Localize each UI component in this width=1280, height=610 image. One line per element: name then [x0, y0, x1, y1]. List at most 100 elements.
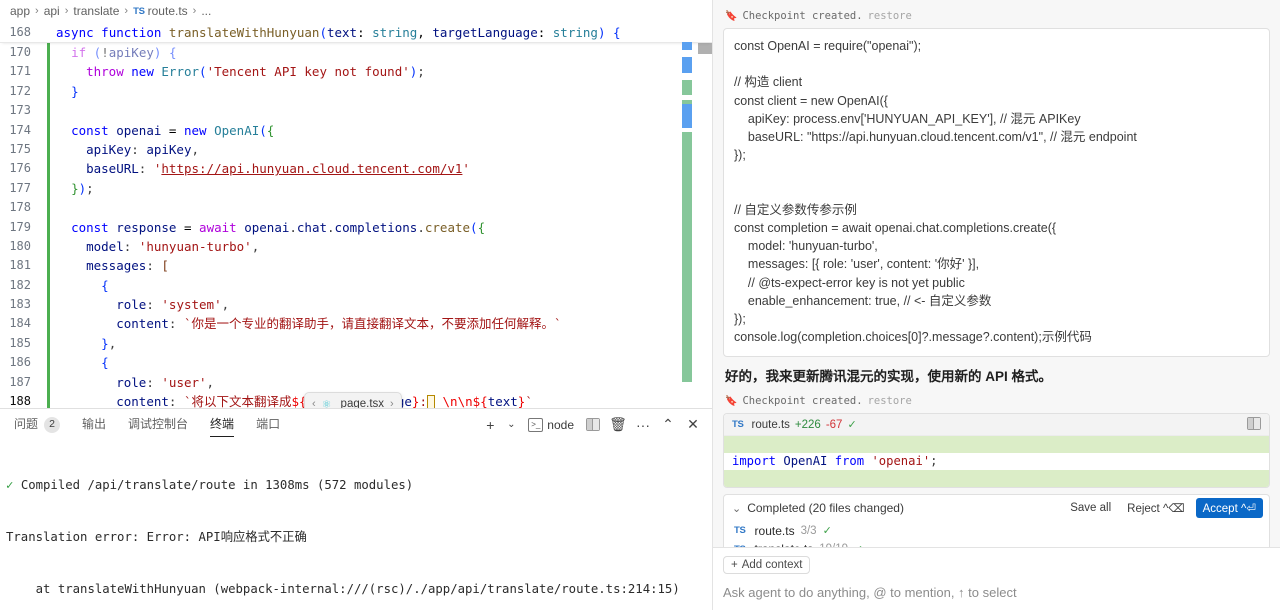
- line-code: model: 'hunyuan-turbo',: [86, 238, 260, 254]
- chat-input[interactable]: Ask agent to do anything, @ to mention, …: [723, 585, 1270, 600]
- split-terminal-icon[interactable]: [582, 414, 604, 436]
- checkpoint-banner: 🔖 Checkpoint created. restore: [725, 395, 1270, 407]
- accept-button[interactable]: Accept ^⏎: [1195, 498, 1263, 519]
- line-number: 177: [9, 180, 31, 195]
- panel-actions: + ⌄ >_ node 🗑 ··· ⌃ ✕: [479, 409, 704, 440]
- chevron-down-icon[interactable]: ⌄: [504, 414, 518, 436]
- changed-file-row[interactable]: TS translate.ts 19/19 ✓: [724, 540, 1269, 547]
- shell-name: node: [547, 417, 574, 432]
- reject-button[interactable]: Reject ^⌫: [1122, 499, 1189, 517]
- line-number: 181: [9, 258, 31, 273]
- code-line[interactable]: 170 if (!apiKey) {: [0, 43, 712, 62]
- line-code: throw new Error('Tencent API key not fou…: [86, 64, 425, 80]
- inline-file-nav-widget[interactable]: ‹ ⚛ page.tsx ›: [304, 392, 402, 408]
- chat-composer[interactable]: + Add context Ask agent to do anything, …: [713, 547, 1280, 610]
- breadcrumb-separator: ›: [124, 5, 129, 17]
- code-line[interactable]: 176 baseURL: 'https://api.hunyuan.cloud.…: [0, 159, 712, 178]
- problems-count-badge: 2: [44, 416, 61, 433]
- panel-tab-output[interactable]: 输出: [82, 409, 106, 440]
- more-actions-icon[interactable]: ···: [632, 414, 654, 436]
- diff-row-added: [724, 470, 1269, 488]
- code-line[interactable]: 184 content: `你是一个专业的翻译助手，请直接翻译文本，不要添加任何…: [0, 314, 712, 333]
- panel-tab-terminal[interactable]: 终端: [210, 409, 235, 440]
- line-number: 182: [9, 277, 31, 292]
- panel-tab-debug-console[interactable]: 调试控制台: [128, 409, 188, 440]
- line-code: if (!apiKey) {: [71, 45, 177, 60]
- kill-terminal-icon[interactable]: 🗑: [607, 414, 629, 436]
- add-context-button[interactable]: + Add context: [723, 556, 811, 574]
- breadcrumb-item-file[interactable]: route.ts: [148, 4, 188, 18]
- diff-body: import OpenAI from 'openai';: [724, 436, 1269, 488]
- overview-mark-modified: [682, 57, 692, 73]
- changed-file-row[interactable]: TS route.ts 3/3 ✓: [724, 521, 1269, 540]
- chevron-down-icon[interactable]: ⌄: [732, 502, 741, 515]
- code-line[interactable]: 174 const openai = new OpenAI({: [0, 121, 712, 140]
- panel-tab-ports[interactable]: 端口: [256, 409, 280, 440]
- diff-file-name: route.ts: [751, 418, 790, 431]
- overview-mark-modified: [682, 104, 692, 128]
- line-code: },: [101, 335, 117, 351]
- line-number: 173: [9, 103, 31, 118]
- code-line[interactable]: 183 role: 'system',: [0, 295, 712, 314]
- sticky-scroll-header[interactable]: 168 async function translateWithHunyuan(…: [0, 22, 712, 43]
- chat-message-list[interactable]: 🔖 Checkpoint created. restore const Open…: [713, 0, 1280, 547]
- breadcrumb-separator: ›: [192, 5, 197, 17]
- bookmark-icon: 🔖: [725, 395, 738, 407]
- code-line[interactable]: 186 {: [0, 353, 712, 372]
- new-terminal-icon[interactable]: +: [479, 414, 501, 436]
- code-line[interactable]: 179 const response = await openai.chat.c…: [0, 218, 712, 237]
- diff-header[interactable]: TS route.ts +226 -67 ✓: [724, 414, 1269, 437]
- collapse-panel-icon[interactable]: ⌃: [657, 414, 679, 436]
- line-number: 175: [9, 141, 31, 156]
- code-line[interactable]: 182 {: [0, 276, 712, 295]
- save-all-button[interactable]: Save all: [1065, 500, 1116, 516]
- diff-applied-check-icon: ✓: [847, 419, 857, 432]
- code-line[interactable]: 178: [0, 198, 712, 217]
- changed-files-header[interactable]: ⌄ Completed (20 files changed) Save all …: [724, 495, 1269, 521]
- restore-link[interactable]: restore: [868, 395, 912, 407]
- inline-widget-label: page.tsx: [340, 398, 385, 408]
- code-line[interactable]: 181 messages: [: [0, 256, 712, 275]
- active-shell-label[interactable]: >_ node: [528, 417, 574, 432]
- breadcrumb[interactable]: app › api › translate › TS route.ts › ..…: [0, 0, 712, 22]
- breadcrumb-item-overflow[interactable]: ...: [201, 4, 211, 18]
- code-line[interactable]: 173: [0, 101, 712, 120]
- prev-arrow-icon[interactable]: ‹: [312, 398, 316, 408]
- code-line[interactable]: 185 },: [0, 334, 712, 353]
- diff-card[interactable]: TS route.ts +226 -67 ✓ import OpenAI fro…: [723, 413, 1270, 489]
- panel-tab-problems[interactable]: 问题 2: [14, 409, 61, 440]
- line-code: apiKey: apiKey,: [86, 141, 200, 157]
- code-line[interactable]: 171 throw new Error('Tencent API key not…: [0, 62, 712, 81]
- line-number: 183: [9, 297, 31, 312]
- code-line[interactable]: 187 role: 'user',: [0, 373, 712, 392]
- breadcrumb-item-app[interactable]: app: [10, 4, 30, 18]
- code-editor[interactable]: 168 async function translateWithHunyuan(…: [0, 22, 712, 408]
- line-number: 179: [9, 219, 31, 234]
- code-line[interactable]: 180 model: 'hunyuan-turbo',: [0, 237, 712, 256]
- panel-tab-label: 输出: [82, 417, 107, 431]
- code-line[interactable]: 175 apiKey: apiKey,: [0, 140, 712, 159]
- code-line[interactable]: 172 }: [0, 82, 712, 101]
- changed-file-name: route.ts: [754, 523, 795, 538]
- changes-status-text: Completed (20 files changed): [747, 501, 904, 516]
- terminal-output[interactable]: ✓ Compiled /api/translate/route in 1308m…: [0, 440, 712, 610]
- diff-removed-count: -67: [825, 418, 843, 431]
- editor-overview-ruler[interactable]: [680, 22, 694, 408]
- line-number: 170: [9, 45, 31, 59]
- breadcrumb-item-translate[interactable]: translate: [73, 4, 119, 18]
- code-line[interactable]: 177 });: [0, 179, 712, 198]
- line-code: {: [101, 277, 109, 293]
- next-arrow-icon[interactable]: ›: [390, 398, 394, 408]
- add-context-label: Add context: [741, 559, 803, 571]
- bookmark-icon: 🔖: [725, 10, 738, 22]
- line-number: 172: [9, 83, 31, 98]
- breadcrumb-item-api[interactable]: api: [44, 4, 60, 18]
- plus-icon: +: [731, 559, 738, 571]
- breadcrumb-separator: ›: [35, 5, 39, 17]
- restore-link[interactable]: restore: [868, 10, 912, 22]
- close-panel-icon[interactable]: ✕: [682, 414, 704, 436]
- code-lines[interactable]: 170 if (!apiKey) { 171 throw new Error('…: [0, 43, 712, 408]
- toggle-split-view-icon[interactable]: [1247, 417, 1261, 432]
- line-number: 178: [9, 200, 31, 215]
